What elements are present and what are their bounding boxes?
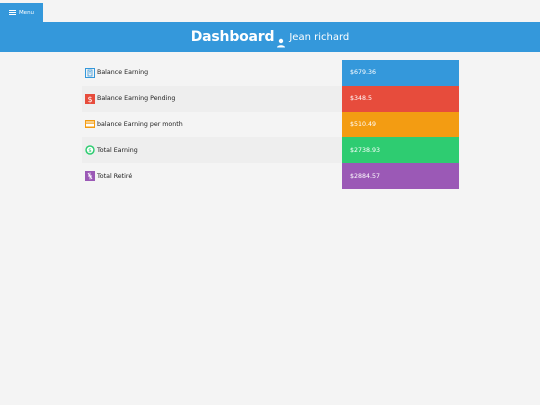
credit-card-icon: [85, 119, 95, 129]
page-title: Dashboard: [190, 29, 275, 45]
row-label-cell: balance Earning per month: [82, 111, 342, 138]
row-value: $348.5: [350, 95, 373, 103]
row-label: Total Retiré: [97, 172, 133, 180]
table-row: Total Retiré $2884.57: [82, 163, 459, 189]
earnings-table: Balance Earning $679.36 $ Balance Earnin…: [82, 60, 459, 189]
table-row: $ Balance Earning Pending $348.5: [82, 85, 459, 112]
svg-text:$: $: [87, 95, 92, 104]
row-label-cell: Total Retiré: [82, 163, 342, 189]
row-value: $2738.93: [350, 146, 381, 154]
table-row: $ Total Earning $2738.93: [82, 137, 459, 164]
table-row: balance Earning per month $510.49: [82, 111, 459, 138]
hamburger-icon: [8, 10, 16, 15]
row-label-cell: $ Balance Earning Pending: [82, 85, 342, 112]
row-label: Total Earning: [97, 146, 138, 154]
menu-label: Menu: [18, 9, 35, 16]
row-value-cell: $2884.57: [342, 163, 459, 189]
row-value: $2884.57: [350, 172, 381, 180]
table-row: Balance Earning $679.36: [82, 60, 459, 86]
row-label-cell: $ Total Earning: [82, 137, 342, 164]
row-label: balance Earning per month: [97, 120, 183, 128]
row-value-cell: $348.5: [342, 85, 459, 112]
row-label-cell: Balance Earning: [82, 60, 342, 86]
svg-text:$: $: [88, 148, 92, 154]
menu-button[interactable]: Menu: [0, 3, 43, 22]
row-label: Balance Earning Pending: [97, 95, 176, 103]
money-circle-icon: $: [85, 145, 95, 155]
row-value-cell: $510.49: [342, 111, 459, 138]
row-value: $510.49: [350, 120, 377, 128]
header-bar: Dashboard Jean richard: [0, 22, 540, 52]
row-value-cell: $679.36: [342, 60, 459, 86]
row-value-cell: $2738.93: [342, 137, 459, 164]
row-label: Balance Earning: [97, 69, 149, 77]
withdraw-icon: [85, 171, 95, 182]
building-icon: [85, 67, 95, 78]
dollar-icon: $: [85, 93, 95, 104]
user-name: Jean richard: [289, 31, 350, 43]
user-icon: [276, 33, 286, 48]
row-value: $679.36: [350, 69, 377, 77]
